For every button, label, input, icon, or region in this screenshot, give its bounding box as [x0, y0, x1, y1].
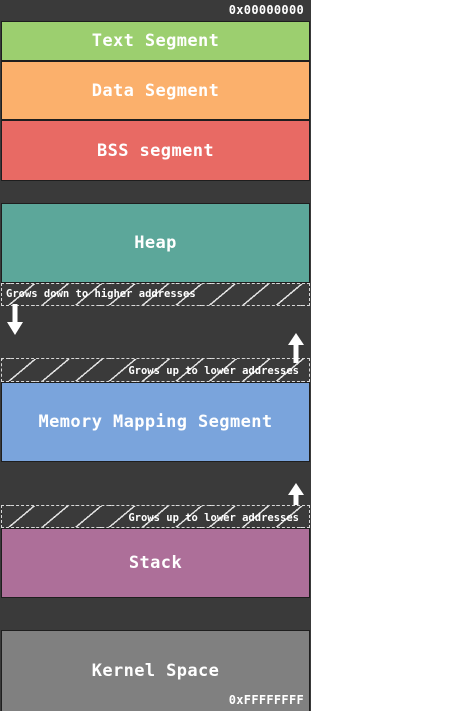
data-segment-label: Data Segment — [91, 80, 220, 101]
heap-label: Heap — [134, 233, 177, 253]
stack-growth-label: Grows up to lower addresses — [128, 512, 299, 524]
heap-growth-label: Grows down to higher addresses — [6, 288, 196, 300]
mmap-growth-label: Grows up to lower addresses — [128, 365, 299, 377]
bss-segment-label: BSS segment — [97, 140, 214, 161]
heap-block: Heap — [1, 203, 310, 283]
stack-block: Stack — [1, 528, 310, 598]
address-top-label: 0x00000000 — [228, 3, 304, 17]
stack-label: Stack — [128, 553, 183, 573]
text-segment-label: Text Segment — [91, 31, 220, 51]
data-segment-block: Data Segment — [1, 61, 310, 120]
kernel-space-label: Kernel Space — [91, 661, 220, 681]
memory-mapping-segment-block: Memory Mapping Segment — [1, 382, 310, 462]
arrow-down-icon — [7, 304, 23, 335]
memory-mapping-segment-label: Memory Mapping Segment — [38, 412, 273, 432]
text-segment-block: Text Segment — [1, 21, 310, 61]
bss-segment-block: BSS segment — [1, 120, 310, 181]
memory-layout-diagram: 0x00000000 Text Segment Data Segment BSS… — [0, 0, 311, 711]
arrow-up-icon — [288, 333, 304, 363]
address-bottom-label: 0xFFFFFFFF — [228, 693, 304, 707]
